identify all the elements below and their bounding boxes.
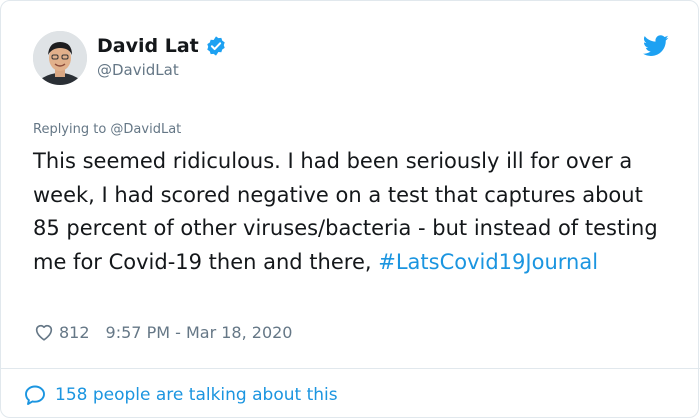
- hashtag-link[interactable]: #LatsCovid19Journal: [378, 250, 598, 274]
- speech-bubble-icon: [23, 383, 47, 407]
- tweet-meta: 812 9:57 PM - Mar 18, 2020: [33, 320, 292, 344]
- conversation-link[interactable]: 158 people are talking about this: [23, 383, 338, 407]
- twitter-bird-icon[interactable]: [642, 35, 669, 57]
- verified-badge-icon: [205, 35, 227, 57]
- tweet-text: This seemed ridiculous. I had been serio…: [33, 145, 673, 279]
- tweet-embed-card: David Lat @DavidLat Replying to @DavidLa…: [0, 0, 700, 418]
- author-handle[interactable]: @DavidLat: [97, 61, 179, 79]
- reply-context[interactable]: Replying to @DavidLat: [33, 122, 181, 138]
- timestamp-link[interactable]: 9:57 PM - Mar 18, 2020: [106, 323, 293, 342]
- like-count[interactable]: 812: [59, 323, 90, 342]
- conversation-label[interactable]: 158 people are talking about this: [55, 385, 338, 405]
- author-name[interactable]: David Lat: [97, 34, 199, 58]
- divider: [1, 368, 700, 369]
- author-name-row[interactable]: David Lat: [97, 34, 227, 58]
- avatar[interactable]: [33, 31, 87, 85]
- heart-icon[interactable]: [33, 321, 55, 343]
